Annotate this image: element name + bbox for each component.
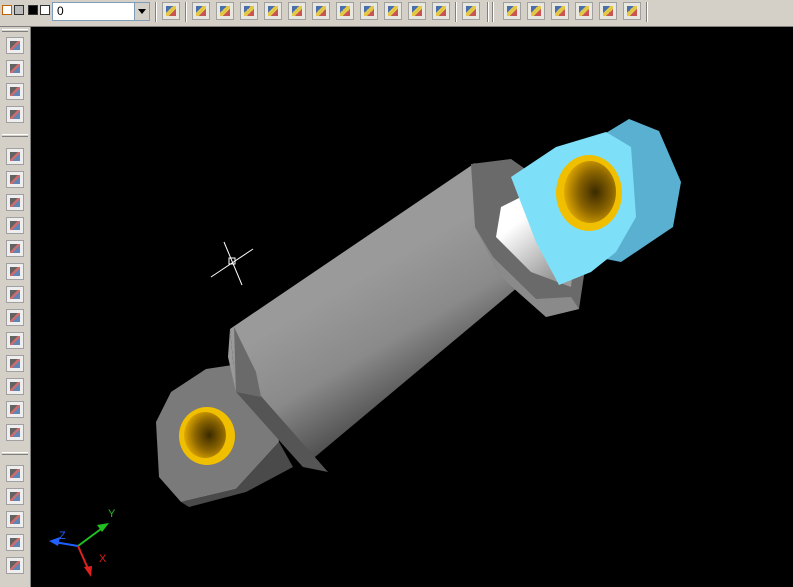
subtract-icon[interactable] [6,171,24,188]
section-icon[interactable] [6,106,24,123]
layer-properties-icon[interactable] [216,2,234,20]
wedge-icon[interactable] [6,378,24,395]
fog-icon[interactable] [408,2,426,20]
properties-icon[interactable] [192,2,210,20]
model-canvas: Y Z X [49,119,681,577]
render-icon[interactable] [288,2,306,20]
top-toolbar: 0 [0,0,793,27]
cone-icon[interactable] [6,355,24,372]
box-view-icon[interactable] [623,2,641,20]
fillet-icon[interactable] [6,240,24,257]
layer-dropdown-value: 0 [57,4,64,18]
revolve-icon[interactable] [6,60,24,77]
3d-view-icon[interactable] [575,2,593,20]
help-icon[interactable] [462,2,480,20]
layer-dropdown[interactable]: 0 [52,2,150,21]
zoom-icon[interactable] [527,2,545,20]
crosshair-cursor [210,241,254,286]
lock-icon[interactable] [28,5,38,15]
toolbar-grip[interactable] [2,134,28,137]
undo-icon[interactable] [162,2,180,20]
chevron-down-icon[interactable] [134,3,149,20]
solids-toolbar [0,27,31,587]
layer-state-icons[interactable] [0,3,52,19]
union-icon[interactable] [6,148,24,165]
box-icon[interactable] [6,286,24,303]
toolbar-separator [492,2,494,22]
toolbar-separator [155,2,157,22]
landscape-icon[interactable] [432,2,450,20]
orbit-icon[interactable] [503,2,521,20]
extrude-icon[interactable] [6,37,24,54]
chamfer-icon[interactable] [6,263,24,280]
toolbar-grip[interactable] [2,452,28,455]
interfere-icon[interactable] [6,217,24,234]
area-icon[interactable] [6,557,24,574]
scene-icon[interactable] [336,2,354,20]
drawing-viewport[interactable]: Y Z X [31,27,793,587]
toolbar-separator [487,2,489,22]
id-point-icon[interactable] [6,534,24,551]
background-icon[interactable] [384,2,402,20]
layer-color-icon[interactable] [40,5,50,15]
layer-freeze-icon[interactable] [14,5,24,15]
materials-icon[interactable] [360,2,378,20]
list-icon[interactable] [6,424,24,441]
toolbar-separator [185,2,187,22]
toolbar-grip[interactable] [2,29,28,32]
named-views-icon[interactable] [599,2,617,20]
mass-properties-icon[interactable] [6,488,24,505]
toolbar-separator [646,2,648,22]
intersect-icon[interactable] [6,194,24,211]
sphere-icon[interactable] [6,309,24,326]
zoom-realtime-icon[interactable] [264,2,282,20]
table-icon[interactable] [240,2,258,20]
distance-icon[interactable] [6,511,24,528]
slice-icon[interactable] [6,83,24,100]
layer-on-icon[interactable] [2,5,12,15]
cylinder-icon[interactable] [6,332,24,349]
toolbar-separator [455,2,457,22]
shade-icon[interactable] [551,2,569,20]
torus-icon[interactable] [6,401,24,418]
ucs-x-label: X [99,553,107,565]
region-icon[interactable] [6,465,24,482]
light-icon[interactable] [312,2,330,20]
ucs-y-label: Y [108,508,116,520]
ucs-icon: Y Z X [49,508,116,577]
ucs-z-label: Z [59,530,66,542]
